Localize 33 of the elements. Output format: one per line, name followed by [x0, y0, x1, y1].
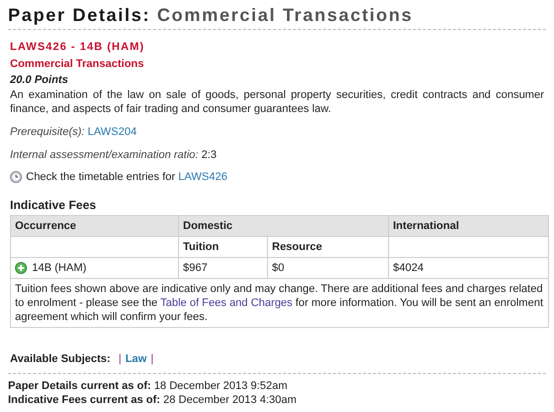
column-header: Resource: [268, 236, 388, 258]
subject-link[interactable]: Law: [125, 352, 147, 366]
column-header: Tuition: [178, 236, 268, 258]
updated-label: Paper Details current as of:: [8, 379, 152, 393]
clock-icon: [10, 171, 22, 183]
ratio-value: 2:3: [201, 148, 217, 162]
column-header: Domestic: [178, 216, 388, 236]
prerequisite-label: Prerequisite(s):: [10, 125, 85, 139]
expand-icon[interactable]: [15, 262, 27, 274]
page-title: Paper Details: Commercial Transactions: [8, 3, 546, 30]
updated-value: 18 December 2013 9:52am: [154, 379, 288, 393]
table-cell: 14B (HAM): [32, 261, 86, 275]
fees-table-link[interactable]: Table of Fees and Charges: [160, 297, 292, 309]
timetable-link[interactable]: LAWS426: [178, 170, 228, 184]
ratio-label: Internal assessment/examination ratio:: [10, 148, 198, 162]
fees-note: Tuition fees shown above are indicative only and may change. There are additional fees and charges related to enrolment - please see the Table of Fees and Charges for more information. You will be sent an enrolment agreement which will confirm your fees.: [15, 282, 544, 324]
updated-value: 28 December 2013 4:30am: [163, 393, 297, 407]
prerequisite-link[interactable]: LAWS204: [88, 125, 137, 139]
table-cell: $0: [268, 258, 388, 278]
table-cell: $4024: [388, 258, 548, 278]
paper-code: LAWS426 - 14B (HAM): [10, 40, 146, 55]
paper-description: An examination of the law on sale of goods, personal property securities, credit contracts and consumer finance, and aspects of fair trading and consumer guarantees law.: [10, 88, 545, 116]
table-cell: $967: [178, 258, 268, 278]
updated-label: Indicative Fees current as of:: [8, 393, 160, 407]
paper-points: 20.0 Points: [10, 73, 70, 87]
subjects-label: Available Subjects:: [10, 352, 110, 366]
column-header: International: [388, 216, 548, 236]
column-header: Occurrence: [10, 216, 178, 236]
fees-heading: Indicative Fees: [9, 198, 98, 212]
timetable-text: Check the timetable entries for: [26, 170, 176, 184]
separator-text: |: [118, 352, 122, 366]
separator-text: |: [150, 352, 154, 366]
paper-name: Commercial Transactions: [10, 57, 145, 71]
